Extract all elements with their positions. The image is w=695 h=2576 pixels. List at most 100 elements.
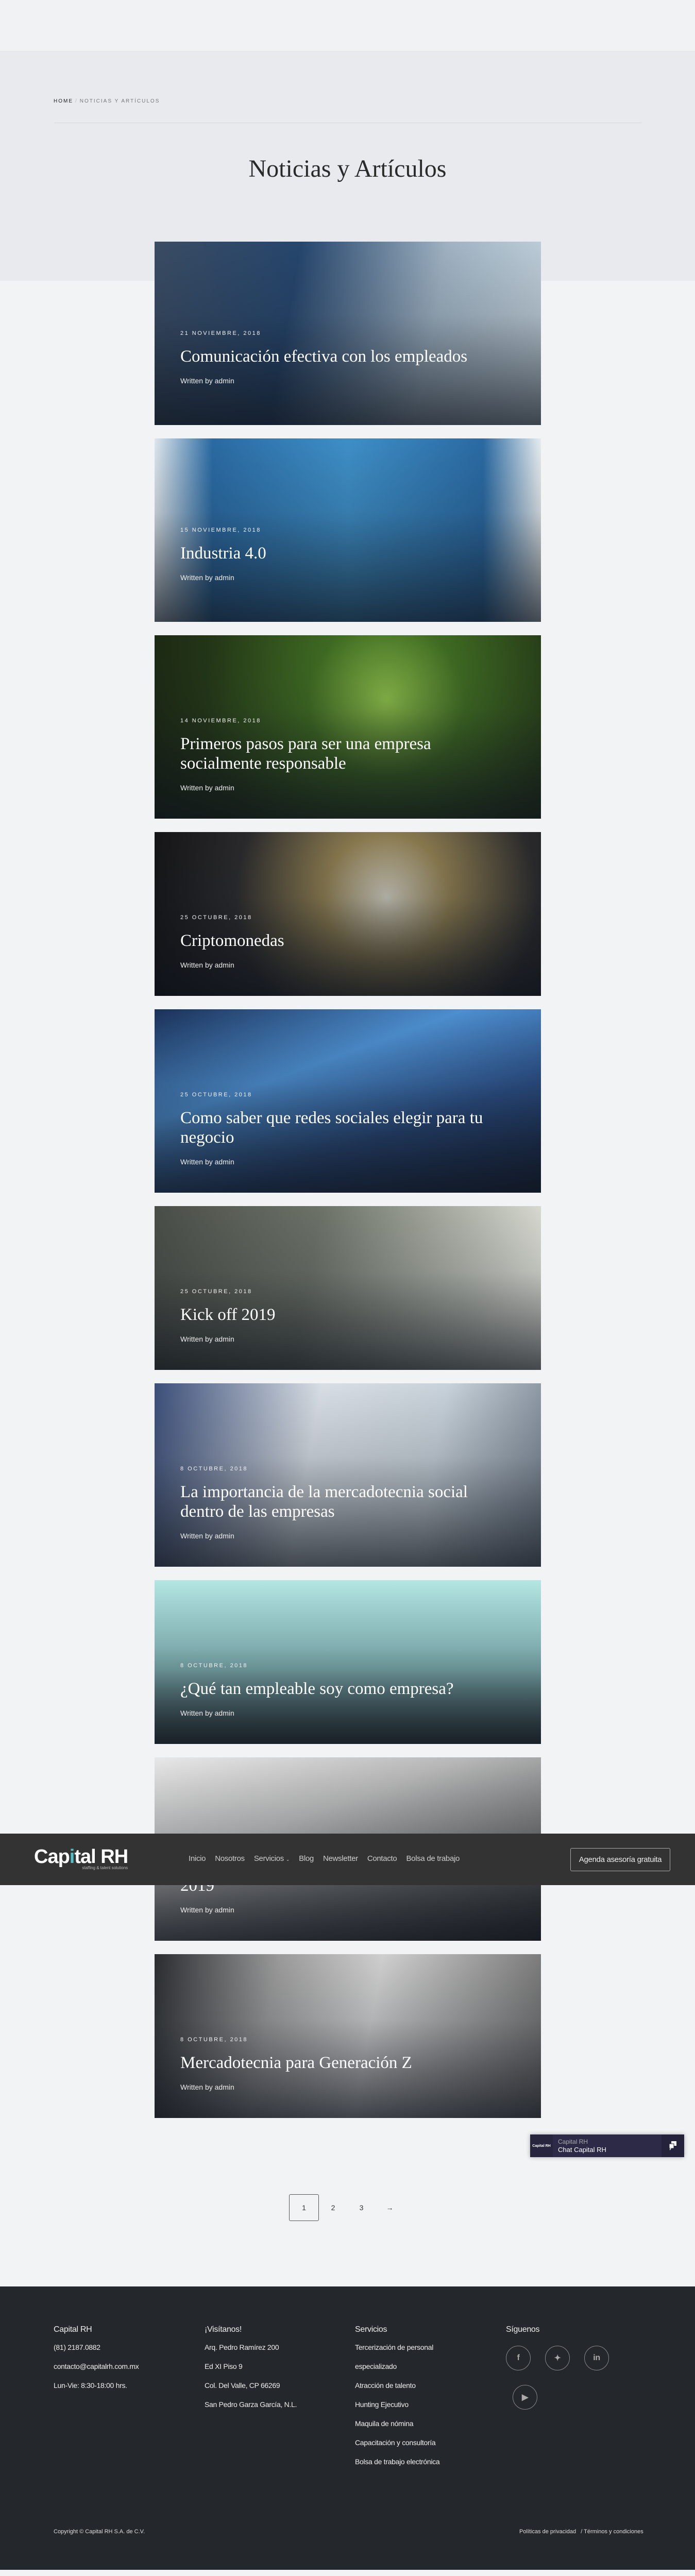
copyright: Copyright © Capital RH S.A. de C.V. <box>54 2529 145 2535</box>
logo-text: tal RH <box>74 1846 128 1868</box>
terms-link[interactable]: / Términos y condiciones <box>581 2529 643 2535</box>
chat-logo: Capital RH <box>530 2134 553 2157</box>
chevron-down-icon: ⌄ <box>285 1857 290 1862</box>
footer: Capital RH (81) 2187.0882 contacto@capit… <box>0 2286 695 2570</box>
privacy-link[interactable]: Políticas de privacidad <box>519 2529 576 2535</box>
address-line: Ed XI Piso 9 <box>205 2362 243 2370</box>
sticky-navbar: Capital RH staffing & talent solutions I… <box>0 1834 695 1885</box>
post-author: Written by admin <box>180 784 234 792</box>
nav-bolsa-de-trabajo[interactable]: Bolsa de trabajo <box>406 1854 460 1863</box>
post-author: Written by admin <box>180 1532 234 1540</box>
post-title[interactable]: Comunicación efectiva con los empleados <box>180 347 515 366</box>
post-title[interactable]: Primeros pasos para ser una empresa soci… <box>180 734 515 773</box>
service-link[interactable]: especializado <box>355 2362 439 2381</box>
nav-newsletter[interactable]: Newsletter <box>323 1854 358 1863</box>
facebook-icon[interactable]: f <box>506 2346 531 2370</box>
breadcrumb: HOME / NOTICIAS Y ARTÍCULOS <box>54 98 160 104</box>
footer-email[interactable]: contacto@capitalrh.com.mx <box>54 2362 139 2381</box>
post-title[interactable]: Criptomonedas <box>180 931 515 951</box>
service-link[interactable]: Bolsa de trabajo electrónica <box>355 2458 440 2477</box>
footer-heading: Capital RH <box>54 2325 92 2334</box>
nav-servicios[interactable]: Servicios ⌄ <box>254 1854 290 1863</box>
post-author: Written by admin <box>180 1158 234 1166</box>
footer-contact: Capital RH (81) 2187.0882 contacto@capit… <box>54 2325 139 2400</box>
youtube-icon[interactable]: ▶ <box>513 2385 537 2410</box>
address-line: San Pedro Garza García, N.L. <box>205 2400 297 2409</box>
post-date: 14 noviembre, 2018 <box>180 718 261 724</box>
nav-inicio[interactable]: Inicio <box>189 1854 206 1863</box>
post-card[interactable]: 8 octubre, 2018 Mercadotecnia para Genera… <box>155 1954 541 2118</box>
page-3[interactable]: 3 <box>347 2194 376 2221</box>
post-title[interactable]: ¿Qué tan empleable soy como empresa? <box>180 1679 515 1699</box>
next-page-arrow-icon[interactable]: → <box>376 2194 404 2221</box>
service-link[interactable]: Tercerización de personal <box>355 2343 439 2362</box>
nav-contacto[interactable]: Contacto <box>367 1854 397 1863</box>
footer-heading: Síguenos <box>506 2325 540 2334</box>
post-card[interactable]: 8 octubre, 2018 ¿Qué tan empleable soy co… <box>155 1580 541 1744</box>
address-line: Arq. Pedro Ramírez 200 <box>205 2343 279 2351</box>
post-title[interactable]: Industria 4.0 <box>180 544 515 563</box>
post-card[interactable]: 21 noviembre, 2018 Comunicación efectiva … <box>155 242 541 425</box>
service-link[interactable]: Capacitación y consultoría <box>355 2438 439 2458</box>
chat-bubble-icon[interactable] <box>662 2134 684 2157</box>
post-author: Written by admin <box>180 377 234 385</box>
post-card[interactable]: 25 octubre, 2018 Como saber que redes soc… <box>155 1009 541 1193</box>
post-date: 25 octubre, 2018 <box>180 914 252 921</box>
post-author: Written by admin <box>180 1709 234 1717</box>
page-1[interactable]: 1 <box>289 2194 319 2221</box>
nav-nosotros[interactable]: Nosotros <box>215 1854 245 1863</box>
post-date: 21 noviembre, 2018 <box>180 330 261 336</box>
legal-links: Políticas de privacidad / Términos y con… <box>519 2529 643 2535</box>
post-title[interactable]: Como saber que redes sociales elegir par… <box>180 1108 515 1147</box>
post-date: 8 octubre, 2018 <box>180 2037 248 2043</box>
address-line: Col. Del Valle, CP 66269 <box>205 2381 280 2389</box>
post-title[interactable]: Kick off 2019 <box>180 1305 515 1325</box>
post-card[interactable]: 14 noviembre, 2018 Primeros pasos para se… <box>155 635 541 819</box>
page-2[interactable]: 2 <box>319 2194 347 2221</box>
main-nav: Inicio Nosotros Servicios ⌄ Blog Newslet… <box>189 1854 460 1863</box>
page-title: Noticias y Artículos <box>248 155 447 182</box>
service-link[interactable]: Maquila de nómina <box>355 2419 439 2438</box>
chat-label: Chat Capital RH <box>558 2146 606 2154</box>
post-date: 15 noviembre, 2018 <box>180 527 261 533</box>
footer-heading: ¡Visítanos! <box>205 2325 242 2334</box>
breadcrumb-current: NOTICIAS Y ARTÍCULOS <box>79 98 160 104</box>
top-strip <box>0 0 695 52</box>
breadcrumb-separator: / <box>75 98 78 104</box>
footer-social: Síguenos f ✦ in ▶ <box>506 2325 619 2410</box>
post-date: 8 octubre, 2018 <box>180 1663 248 1669</box>
footer-phone[interactable]: (81) 2187.0882 <box>54 2343 139 2362</box>
post-date: 8 octubre, 2018 <box>180 1466 248 1472</box>
post-title[interactable]: La importancia de la mercadotecnia socia… <box>180 1482 515 1521</box>
post-card[interactable]: 25 octubre, 2018 Kick off 2019 Written by … <box>155 1206 541 1370</box>
post-author: Written by admin <box>180 1906 234 1914</box>
agenda-asesoria-button[interactable]: Agenda asesoría gratuita <box>570 1848 670 1871</box>
service-link[interactable]: Atracción de talento <box>355 2381 439 2400</box>
breadcrumb-home[interactable]: HOME <box>54 98 73 104</box>
post-title[interactable]: Mercadotecnia para Generación Z <box>180 2053 515 2073</box>
footer-hours: Lun-Vie: 8:30-18:00 hrs. <box>54 2381 127 2389</box>
nav-servicios-label: Servicios <box>253 1854 284 1863</box>
post-card[interactable]: 25 octubre, 2018 Criptomonedas Written by … <box>155 832 541 996</box>
footer-services: Servicios Tercerización de personal espe… <box>355 2325 440 2477</box>
chat-widget[interactable]: Capital RH Capital RH Chat Capital RH <box>530 2134 684 2157</box>
chat-name: Capital RH <box>558 2138 588 2145</box>
post-date: 25 octubre, 2018 <box>180 1092 252 1098</box>
post-author: Written by admin <box>180 2083 234 2091</box>
post-author: Written by admin <box>180 1335 234 1343</box>
post-card[interactable]: 8 octubre, 2018 La importancia de la merc… <box>155 1383 541 1567</box>
post-card[interactable]: 15 noviembre, 2018 Industria 4.0 Written b… <box>155 438 541 622</box>
footer-address: ¡Visítanos! Arq. Pedro Ramírez 200 Ed XI… <box>205 2325 297 2419</box>
logo[interactable]: Capital RH staffing & talent solutions <box>34 1847 128 1870</box>
pagination: 1 2 3 → <box>289 2194 404 2221</box>
logo-text: Cap <box>34 1846 70 1868</box>
post-date: 25 octubre, 2018 <box>180 1289 252 1295</box>
footer-heading: Servicios <box>355 2325 387 2334</box>
post-author: Written by admin <box>180 573 234 582</box>
service-link[interactable]: Hunting Ejecutivo <box>355 2400 439 2419</box>
post-author: Written by admin <box>180 961 234 969</box>
linkedin-icon[interactable]: in <box>584 2346 609 2370</box>
logo-accent: i <box>69 1846 75 1868</box>
twitter-icon[interactable]: ✦ <box>545 2346 570 2370</box>
nav-blog[interactable]: Blog <box>299 1854 314 1863</box>
